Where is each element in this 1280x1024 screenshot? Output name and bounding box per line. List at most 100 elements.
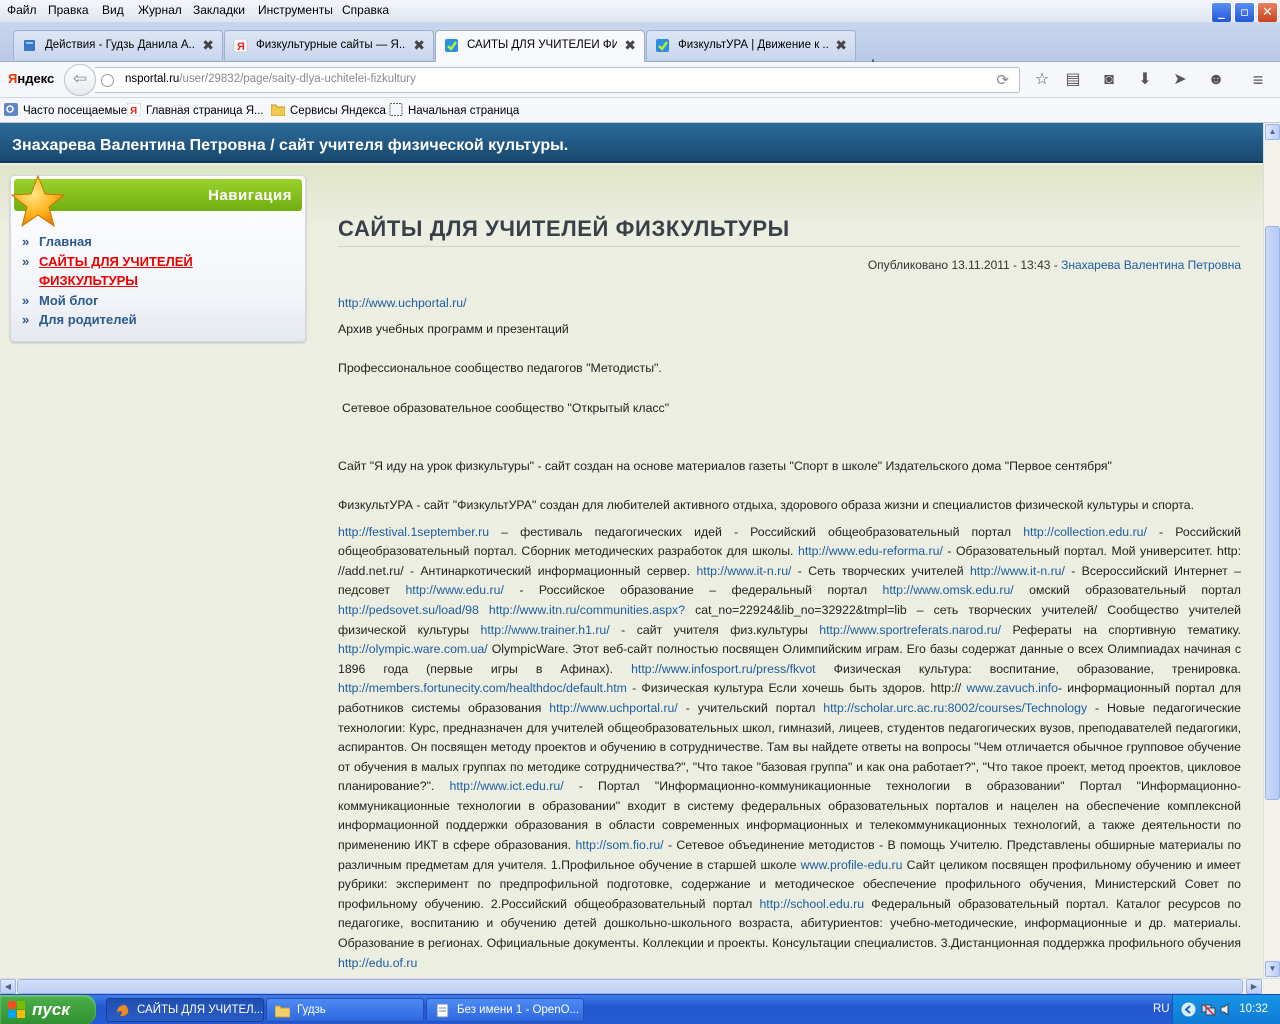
site-link[interactable]: http://www.uchportal.ru/: [549, 701, 678, 715]
menu-tools[interactable]: Инструменты: [258, 3, 333, 17]
folder-icon: [271, 104, 285, 116]
site-link[interactable]: http://www.edu-reforma.ru/: [798, 544, 943, 558]
bookmark-label: Сервисы Яндекса: [290, 105, 386, 117]
reload-icon[interactable]: ⟳: [996, 71, 1009, 89]
horizontal-scrollbar[interactable]: ◀ ▶: [0, 978, 1280, 994]
site-link[interactable]: http://www.trainer.h1.ru/: [481, 623, 610, 637]
menu-bookmarks[interactable]: Закладки: [193, 3, 245, 17]
site-link[interactable]: http://festival.1september.ru: [338, 525, 489, 539]
task-document[interactable]: Без имени 1 - OpenO...: [426, 998, 584, 1022]
navigation-bar: Яндекс nsportal.ru/user/29832/page/saity…: [0, 62, 1280, 98]
close-icon[interactable]: ✖: [202, 37, 214, 54]
nav-link[interactable]: САЙТЫ ДЛЯ УЧИТЕЛЕЙ ФИЗКУЛЬТУРЫ: [39, 254, 193, 289]
maximize-button[interactable]: ▫: [1234, 2, 1255, 23]
scroll-left-arrow-icon[interactable]: ◀: [0, 979, 16, 994]
menu-file[interactable]: Файл: [7, 3, 37, 17]
bookmark-yandex-services[interactable]: Сервисы Яндекса: [271, 103, 386, 117]
tab-1[interactable]: Действия - Гудзь Данила А... ✖: [13, 30, 223, 60]
bookmark-star-icon[interactable]: ☆: [1031, 69, 1053, 91]
pocket-icon[interactable]: ◙: [1098, 69, 1120, 91]
site-link[interactable]: www.zavuch.info: [966, 681, 1058, 695]
site-link[interactable]: http://www.edu.ru/: [405, 583, 503, 597]
site-link[interactable]: http://www.infosport.ru/press/fkvot: [631, 662, 816, 676]
menu-hamburger-icon[interactable]: ≡: [1247, 69, 1269, 91]
site-link[interactable]: http://edu.of.ru: [338, 956, 417, 970]
menu-history[interactable]: Журнал: [138, 3, 182, 17]
nav-item-for-parents[interactable]: » Для родителей: [22, 310, 202, 330]
nav-item-my-blog[interactable]: » Мой блог: [22, 291, 202, 311]
publish-meta: Опубликовано 13.11.2011 - 13:43 - Знахар…: [338, 258, 1241, 272]
nav-link[interactable]: Главная: [39, 234, 92, 249]
bookmark-label: Начальная страница: [408, 105, 520, 117]
windows-logo-icon: [8, 1001, 25, 1018]
site-link[interactable]: http://scholar.urc.ac.ru:8002/courses/Te…: [823, 701, 1087, 715]
back-button[interactable]: ⇦: [64, 64, 96, 96]
link-uchportal[interactable]: http://www.uchportal.ru/: [338, 296, 467, 310]
tab-4[interactable]: ФизкультУРА | Движение к ... ✖: [646, 30, 856, 60]
site-description: - Сеть творческих учителей: [791, 563, 970, 578]
bookmark-yandex-home[interactable]: Я Главная страница Я...: [127, 103, 264, 117]
chevron-left-icon[interactable]: [1181, 1002, 1196, 1017]
nav-item-home[interactable]: » Главная: [22, 232, 202, 252]
menu-help[interactable]: Справка: [342, 3, 389, 17]
site-link[interactable]: http://www.ict.edu.ru/: [450, 779, 564, 793]
clock[interactable]: 10:32: [1239, 1003, 1268, 1015]
site-link[interactable]: http://www.omsk.edu.ru/: [883, 583, 1014, 597]
globe-icon: [101, 74, 114, 87]
tab-title: САЙТЫ ДЛЯ УЧИТЕЛЕЙ ФИЗ...: [467, 39, 617, 51]
close-icon[interactable]: ✖: [413, 37, 425, 54]
scroll-thumb[interactable]: [1265, 226, 1280, 800]
nav-link[interactable]: Для родителей: [39, 312, 137, 327]
svg-text:Я: Я: [130, 106, 137, 116]
site-link[interactable]: www.profile-edu.ru: [801, 858, 903, 872]
check-icon: [656, 39, 669, 52]
menu-view[interactable]: Вид: [102, 3, 124, 17]
task-folder[interactable]: Гудзь: [266, 998, 424, 1022]
site-link[interactable]: http://olympic.ware.com.ua/: [338, 642, 488, 656]
tab-2[interactable]: Я Физкультурные сайты — Я... ✖: [224, 30, 434, 60]
site-link[interactable]: http://www.it-n.ru/: [970, 564, 1065, 578]
site-link[interactable]: http://pedsovet.su/load/98: [338, 603, 479, 617]
url-bar[interactable]: nsportal.ru/user/29832/page/saity-dlya-u…: [95, 67, 1020, 93]
site-link[interactable]: http://www.itn.ru/communities.aspx?: [489, 603, 685, 617]
yandex-logo[interactable]: Яндекс: [8, 71, 54, 86]
close-window-button[interactable]: ✕: [1257, 2, 1278, 23]
site-link[interactable]: http://www.it-n.ru/: [696, 564, 791, 578]
bookmark-most-visited[interactable]: Часто посещаемые: [4, 103, 127, 117]
url-path: /user/29832/page/saity-dlya-uchitelei-fi…: [179, 73, 416, 85]
nav-item-sites-for-teachers[interactable]: » САЙТЫ ДЛЯ УЧИТЕЛЕЙ ФИЗКУЛЬТУРЫ: [22, 252, 202, 291]
site-link[interactable]: http://members.fortunecity.com/healthdoc…: [338, 681, 627, 695]
author-link[interactable]: Знахарева Валентина Петровна: [1061, 258, 1241, 272]
close-icon[interactable]: ✖: [835, 37, 847, 54]
volume-icon[interactable]: [1219, 1002, 1234, 1017]
site-link[interactable]: http://www.sportreferats.narod.ru/: [819, 623, 1001, 637]
site-link[interactable]: http://school.edu.ru: [759, 897, 864, 911]
download-icon[interactable]: ⬇: [1134, 69, 1156, 91]
close-icon[interactable]: ✖: [624, 37, 636, 54]
site-description: омский образовательный портал: [1013, 583, 1241, 598]
start-button[interactable]: пуск: [0, 995, 96, 1024]
site-title[interactable]: Знахарева Валентина Петровна / сайт учит…: [12, 137, 568, 155]
folder-icon: [275, 1005, 290, 1018]
language-indicator[interactable]: RU: [1153, 1003, 1170, 1015]
scroll-up-arrow-icon[interactable]: ▲: [1265, 124, 1280, 140]
chat-icon[interactable]: ☻: [1205, 69, 1227, 91]
site-link[interactable]: http://som.fio.ru/: [575, 838, 663, 852]
scroll-down-arrow-icon[interactable]: ▼: [1265, 961, 1280, 977]
task-firefox[interactable]: САЙТЫ ДЛЯ УЧИТЕЛ...: [106, 998, 264, 1022]
star-icon: [10, 174, 66, 228]
vertical-scrollbar[interactable]: ▲ ▼: [1263, 123, 1280, 978]
publish-date: Опубликовано 13.11.2011 - 13:43 -: [867, 258, 1062, 272]
menu-edit[interactable]: Правка: [48, 3, 89, 17]
bookmark-start-page[interactable]: Начальная страница: [389, 103, 519, 117]
network-icon[interactable]: [1201, 1002, 1216, 1017]
scroll-thumb[interactable]: [17, 979, 1243, 994]
reading-list-icon[interactable]: ▤: [1062, 69, 1084, 91]
minimize-button[interactable]: _: [1211, 2, 1232, 23]
tab-3-active[interactable]: САЙТЫ ДЛЯ УЧИТЕЛЕЙ ФИЗ... ✖: [435, 30, 645, 62]
site-link[interactable]: http://collection.edu.ru/: [1023, 525, 1147, 539]
send-icon[interactable]: ➤: [1169, 69, 1191, 91]
nav-link[interactable]: Мой блог: [39, 293, 99, 308]
scroll-right-arrow-icon[interactable]: ▶: [1246, 979, 1262, 994]
site-description: - сайт учителя физ.культуры: [609, 622, 820, 637]
